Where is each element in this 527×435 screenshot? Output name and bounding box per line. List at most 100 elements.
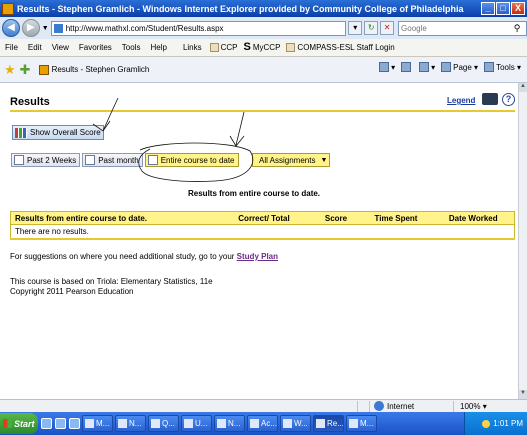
page-menu-icon xyxy=(441,62,452,72)
taskbar-button[interactable]: N... xyxy=(115,415,146,432)
taskbar-button-label: N... xyxy=(129,419,142,428)
add-favorite-icon[interactable]: ✚ xyxy=(20,62,31,78)
tools-menu[interactable]: Tools ▾ xyxy=(484,62,521,72)
taskbar-button[interactable]: W... xyxy=(280,415,311,432)
status-text-area xyxy=(0,400,358,412)
app-icon xyxy=(184,419,193,428)
annotation-arrow xyxy=(235,111,245,146)
minimize-button[interactable]: _ xyxy=(481,2,495,15)
scroll-down-icon[interactable]: ▼ xyxy=(519,390,527,399)
taskbar-button[interactable]: Re... xyxy=(313,415,344,432)
quicklaunch-ie-icon[interactable] xyxy=(41,418,52,429)
security-zone-label: Internet xyxy=(387,401,415,411)
print-button[interactable]: ▾ xyxy=(419,62,435,72)
app-icon xyxy=(118,419,127,428)
menu-favorites[interactable]: Favorites xyxy=(74,43,117,52)
table-row: There are no results. xyxy=(10,224,515,240)
maximize-button[interactable]: □ xyxy=(496,2,510,15)
favorites-star-icon[interactable]: ★ xyxy=(4,62,16,78)
menu-tools[interactable]: Tools xyxy=(117,43,146,52)
status-segment xyxy=(358,400,370,412)
quicklaunch-desktop-icon[interactable] xyxy=(55,418,66,429)
start-button[interactable]: Start xyxy=(0,413,38,434)
calendar-icon xyxy=(85,155,96,165)
menu-file[interactable]: File xyxy=(0,43,23,52)
annotation-arrowhead xyxy=(229,135,245,147)
taskbar-button-label: Re... xyxy=(327,419,344,428)
calendar-icon xyxy=(147,155,158,165)
menu-edit[interactable]: Edit xyxy=(23,43,47,52)
url-input[interactable] xyxy=(65,23,336,33)
taskbar-button[interactable]: Q... xyxy=(148,415,179,432)
taskbar-button[interactable]: M... xyxy=(82,415,113,432)
link-myccp[interactable]: S MyCCP xyxy=(241,42,284,53)
menu-view[interactable]: View xyxy=(47,43,74,52)
link-compass[interactable]: COMPASS-ESL Staff Login xyxy=(283,43,397,52)
legend-link[interactable]: Legend xyxy=(447,96,475,105)
forward-arrow-icon[interactable]: ▶ xyxy=(21,19,40,37)
menu-help[interactable]: Help xyxy=(145,43,171,52)
printer-icon[interactable] xyxy=(482,93,498,105)
clock[interactable]: 1:01 PM xyxy=(493,419,523,428)
search-input[interactable] xyxy=(399,23,512,33)
taskbar-button-label: Ac... xyxy=(261,419,278,428)
taskbar: Start M... N... Q... U... N... Ac... W... Re...… xyxy=(0,412,527,435)
home-button[interactable]: ▾ xyxy=(379,62,395,72)
address-bar[interactable] xyxy=(50,20,347,36)
scroll-up-icon[interactable]: ▲ xyxy=(519,83,527,92)
history-dropdown-icon[interactable]: ▼ xyxy=(42,25,49,32)
empty-results-message: There are no results. xyxy=(10,224,515,240)
study-suggestion: For suggestions on where you need additi… xyxy=(10,252,278,261)
app-icon xyxy=(349,419,358,428)
status-bar: Internet 100% ▾ xyxy=(0,399,527,412)
tab-past-2-weeks[interactable]: Past 2 Weeks xyxy=(11,153,81,167)
tab-past-month-label: Past month xyxy=(98,155,139,165)
windows-flag-icon xyxy=(3,419,12,428)
tab-past-month[interactable]: Past month xyxy=(82,153,143,167)
command-bar: ▾ ▾ Page ▾ Tools ▾ xyxy=(379,62,521,72)
assignments-dropdown-value: All Assignments xyxy=(259,155,316,165)
page-title: Results xyxy=(10,96,50,108)
window-titlebar[interactable]: Results - Stephen Gramlich - Windows Int… xyxy=(0,0,527,17)
back-arrow-icon[interactable]: ◀ xyxy=(2,19,20,37)
search-icon[interactable]: ⚲ xyxy=(511,23,523,34)
browser-tab[interactable]: Results - Stephen Gramlich xyxy=(38,64,149,75)
zoom-level[interactable]: 100% ▾ xyxy=(454,402,487,411)
title-divider xyxy=(10,110,515,112)
tray-icon[interactable] xyxy=(482,419,491,428)
link-ccp[interactable]: CCP xyxy=(207,43,241,52)
address-dropdown-icon[interactable]: ▾ xyxy=(348,21,363,35)
tab-entire-course-label: Entire course to date xyxy=(160,155,235,165)
feeds-button[interactable] xyxy=(401,62,413,72)
tab-past-2-weeks-label: Past 2 Weeks xyxy=(27,155,77,165)
show-overall-score-button[interactable]: Show Overall Score xyxy=(12,125,104,140)
vertical-scrollbar[interactable]: ▲ ▼ xyxy=(518,83,527,399)
security-zone[interactable]: Internet xyxy=(370,400,454,412)
col-header-time-spent: Time Spent xyxy=(359,211,433,225)
help-icon[interactable]: ? xyxy=(502,93,515,106)
page-menu[interactable]: Page ▾ xyxy=(441,62,478,72)
stop-icon[interactable]: ✕ xyxy=(380,21,395,35)
taskbar-button[interactable]: Ac... xyxy=(247,415,278,432)
taskbar-button[interactable]: N... xyxy=(214,415,245,432)
page-content: Results Legend ? Show Overall Score Past… xyxy=(0,83,518,399)
study-plan-link[interactable]: Study Plan xyxy=(237,252,278,261)
bar-chart-icon xyxy=(15,127,27,138)
taskbar-button[interactable]: M... xyxy=(346,415,377,432)
close-button[interactable]: X xyxy=(511,2,525,15)
search-box[interactable]: ⚲ xyxy=(398,20,527,36)
assignments-dropdown[interactable]: All Assignments ▼ xyxy=(252,153,330,167)
tab-entire-course[interactable]: Entire course to date xyxy=(144,153,239,167)
col-header-correct-total: Correct/ Total xyxy=(215,211,313,225)
taskbar-button[interactable]: U... xyxy=(181,415,212,432)
refresh-icon[interactable]: ↻ xyxy=(364,21,379,35)
quicklaunch-firefox-icon[interactable] xyxy=(69,418,80,429)
study-suggestion-text: For suggestions on where you need additi… xyxy=(10,252,235,261)
link-page-icon xyxy=(209,43,219,52)
ie-app-icon xyxy=(2,2,14,15)
taskbar-button-label: N... xyxy=(228,419,241,428)
menu-bar: File Edit View Favorites Tools Help Link… xyxy=(0,39,527,57)
course-textbook: This course is based on Triola: Elementa… xyxy=(10,277,213,286)
ie-page-icon xyxy=(286,43,296,52)
zoom-label: 100% xyxy=(460,401,481,411)
